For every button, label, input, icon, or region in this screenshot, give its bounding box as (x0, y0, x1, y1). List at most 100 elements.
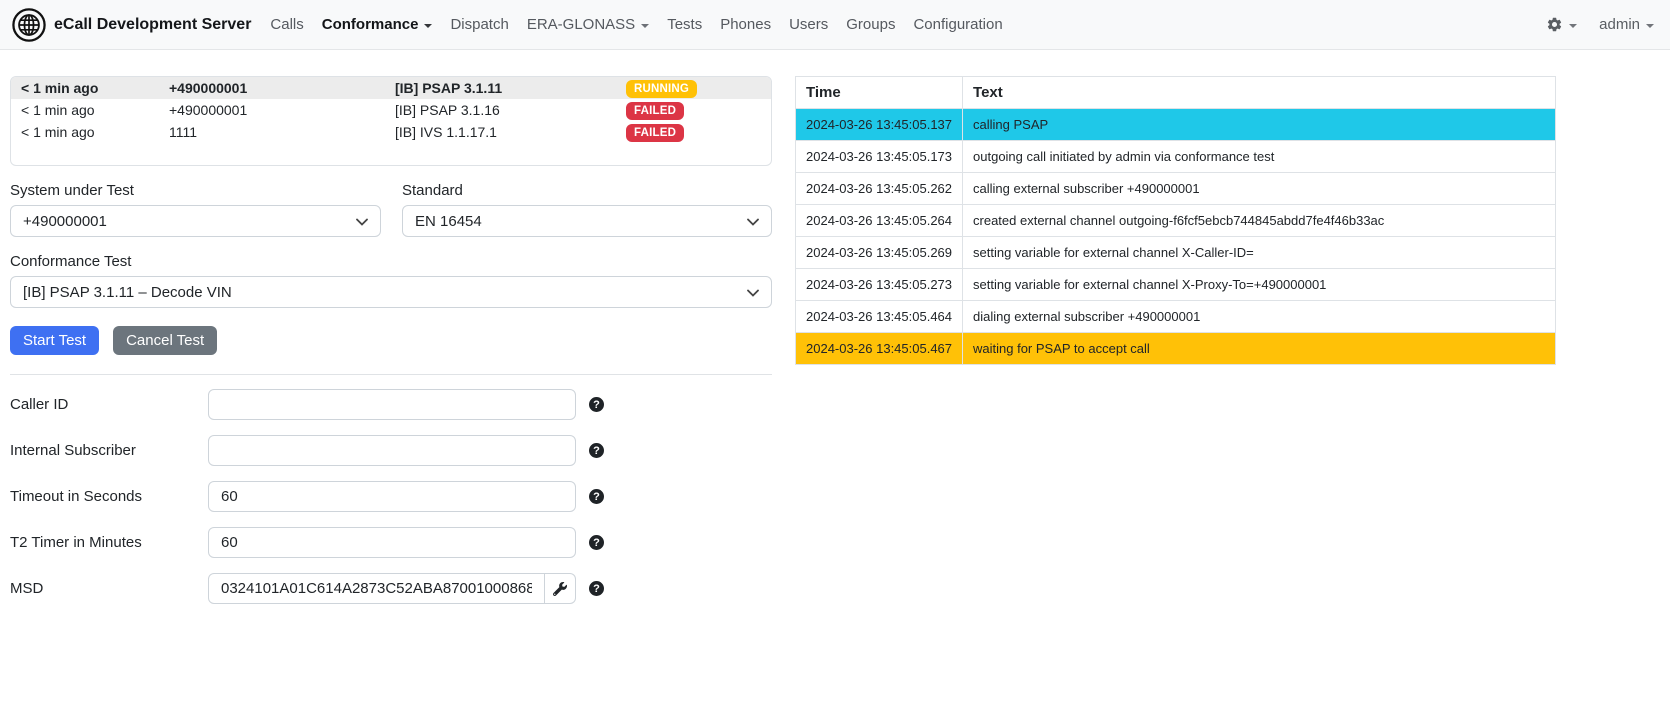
field-row-t2-timer-in-minutes: T2 Timer in Minutes? (10, 527, 772, 558)
test-status-cell: RUNNING (626, 79, 771, 98)
system-under-test-group: System under Test +490000001 (10, 182, 381, 237)
test-list: < 1 min ago+490000001[IB] PSAP 3.1.11RUN… (10, 76, 772, 166)
nav-item-users[interactable]: Users (780, 16, 837, 33)
chevron-down-icon (1569, 24, 1577, 28)
log-row[interactable]: 2024-03-26 13:45:05.264created external … (796, 205, 1556, 237)
test-subscriber: 1111 (169, 124, 395, 140)
chevron-down-icon (641, 24, 649, 28)
field-row-msd: MSD? (10, 573, 772, 604)
log-text: dialing external subscriber +490000001 (963, 301, 1556, 333)
log-row[interactable]: 2024-03-26 13:45:05.173outgoing call ini… (796, 141, 1556, 173)
user-dropdown[interactable]: admin (1599, 16, 1654, 33)
log-row[interactable]: 2024-03-26 13:45:05.464dialing external … (796, 301, 1556, 333)
log-text: calling PSAP (963, 109, 1556, 141)
help-icon[interactable]: ? (589, 443, 604, 458)
standard-value: EN 16454 (415, 213, 482, 230)
msd-input[interactable] (208, 573, 545, 604)
user-name: admin (1599, 16, 1640, 33)
timeout-in-seconds-input-group (208, 481, 576, 512)
field-label: T2 Timer in Minutes (10, 534, 208, 551)
nav-item-configuration[interactable]: Configuration (904, 16, 1011, 33)
nav-item-label: Configuration (913, 16, 1002, 33)
test-time: < 1 min ago (21, 124, 169, 140)
internal-subscriber-input-group (208, 435, 576, 466)
field-row-caller-id: Caller ID? (10, 389, 772, 420)
log-row[interactable]: 2024-03-26 13:45:05.137calling PSAP (796, 109, 1556, 141)
system-under-test-select[interactable]: +490000001 (10, 205, 381, 237)
system-under-test-value: +490000001 (23, 213, 107, 230)
log-col-time: Time (796, 77, 963, 109)
nav-item-dispatch[interactable]: Dispatch (441, 16, 517, 33)
chevron-down-icon (424, 24, 432, 28)
nav-menu: Calls Conformance Dispatch ERA-GLONASS Tests… (261, 16, 1011, 33)
caller-id-input[interactable] (208, 389, 576, 420)
t2-timer-in-minutes-input-group (208, 527, 576, 558)
standard-select[interactable]: EN 16454 (402, 205, 772, 237)
wrench-button[interactable] (545, 573, 576, 604)
log-time: 2024-03-26 13:45:05.467 (796, 333, 963, 365)
help-icon[interactable]: ? (589, 581, 604, 596)
nav-item-label: Groups (846, 16, 895, 33)
help-icon[interactable]: ? (589, 397, 604, 412)
log-row[interactable]: 2024-03-26 13:45:05.467waiting for PSAP … (796, 333, 1556, 365)
timeout-in-seconds-input[interactable] (208, 481, 576, 512)
help-icon[interactable]: ? (589, 489, 604, 504)
test-status-cell: FAILED (626, 101, 771, 120)
nav-item-era-glonass[interactable]: ERA-GLONASS (518, 16, 658, 33)
t2-timer-in-minutes-input[interactable] (208, 527, 576, 558)
test-test-name: [IB] IVS 1.1.17.1 (395, 124, 626, 140)
test-list-row[interactable]: < 1 min ago+490000001[IB] PSAP 3.1.16FAI… (11, 99, 771, 121)
conformance-panel: < 1 min ago+490000001[IB] PSAP 3.1.11RUN… (10, 76, 772, 619)
cancel-test-button[interactable]: Cancel Test (113, 326, 217, 355)
log-text: outgoing call initiated by admin via con… (963, 141, 1556, 173)
gear-icon (1546, 16, 1563, 33)
conformance-test-label: Conformance Test (10, 253, 772, 270)
wrench-icon (553, 582, 567, 596)
log-text: created external channel outgoing-f6fcf5… (963, 205, 1556, 237)
log-time: 2024-03-26 13:45:05.173 (796, 141, 963, 173)
test-time: < 1 min ago (21, 102, 169, 118)
nav-item-label: Users (789, 16, 828, 33)
nav-right: admin (1546, 16, 1654, 33)
nav-item-label: Phones (720, 16, 771, 33)
log-panel: Time Text 2024-03-26 13:45:05.137calling… (795, 76, 1556, 365)
log-time: 2024-03-26 13:45:05.273 (796, 269, 963, 301)
log-row[interactable]: 2024-03-26 13:45:05.269setting variable … (796, 237, 1556, 269)
test-list-row[interactable]: < 1 min ago1111[IB] IVS 1.1.17.1FAILED (11, 121, 771, 143)
log-time: 2024-03-26 13:45:05.264 (796, 205, 963, 237)
nav-item-label: Tests (667, 16, 702, 33)
test-list-row[interactable]: < 1 min ago+490000001[IB] PSAP 3.1.11RUN… (11, 77, 771, 99)
divider (10, 374, 772, 375)
help-icon[interactable]: ? (589, 535, 604, 550)
chevron-down-icon (747, 289, 759, 297)
nav-item-groups[interactable]: Groups (837, 16, 904, 33)
log-row[interactable]: 2024-03-26 13:45:05.273setting variable … (796, 269, 1556, 301)
brand[interactable]: eCall Development Server (12, 8, 251, 42)
start-test-button[interactable]: Start Test (10, 326, 99, 355)
field-rows: Caller ID?Internal Subscriber?Timeout in… (10, 389, 772, 604)
log-time: 2024-03-26 13:45:05.464 (796, 301, 963, 333)
internal-subscriber-input[interactable] (208, 435, 576, 466)
chevron-down-icon (1646, 24, 1654, 28)
globe-logo-icon (12, 8, 46, 42)
system-under-test-label: System under Test (10, 182, 381, 199)
log-time: 2024-03-26 13:45:05.137 (796, 109, 963, 141)
nav-item-tests[interactable]: Tests (658, 16, 711, 33)
navbar: eCall Development Server Calls Conformanc… (0, 0, 1670, 50)
conformance-test-select[interactable]: [IB] PSAP 3.1.11 – Decode VIN (10, 276, 772, 308)
test-subscriber: +490000001 (169, 80, 395, 96)
field-label: MSD (10, 580, 208, 597)
status-badge: FAILED (626, 102, 684, 120)
settings-dropdown[interactable] (1546, 16, 1577, 33)
caller-id-input-group (208, 389, 576, 420)
nav-item-calls[interactable]: Calls (261, 16, 312, 33)
nav-item-phones[interactable]: Phones (711, 16, 780, 33)
nav-item-label: Calls (270, 16, 303, 33)
nav-item-conformance[interactable]: Conformance (313, 16, 442, 33)
nav-item-label: Dispatch (450, 16, 508, 33)
log-row[interactable]: 2024-03-26 13:45:05.262calling external … (796, 173, 1556, 205)
nav-item-label: Conformance (322, 16, 419, 33)
log-text: setting variable for external channel X-… (963, 269, 1556, 301)
field-label: Internal Subscriber (10, 442, 208, 459)
standard-label: Standard (402, 182, 772, 199)
